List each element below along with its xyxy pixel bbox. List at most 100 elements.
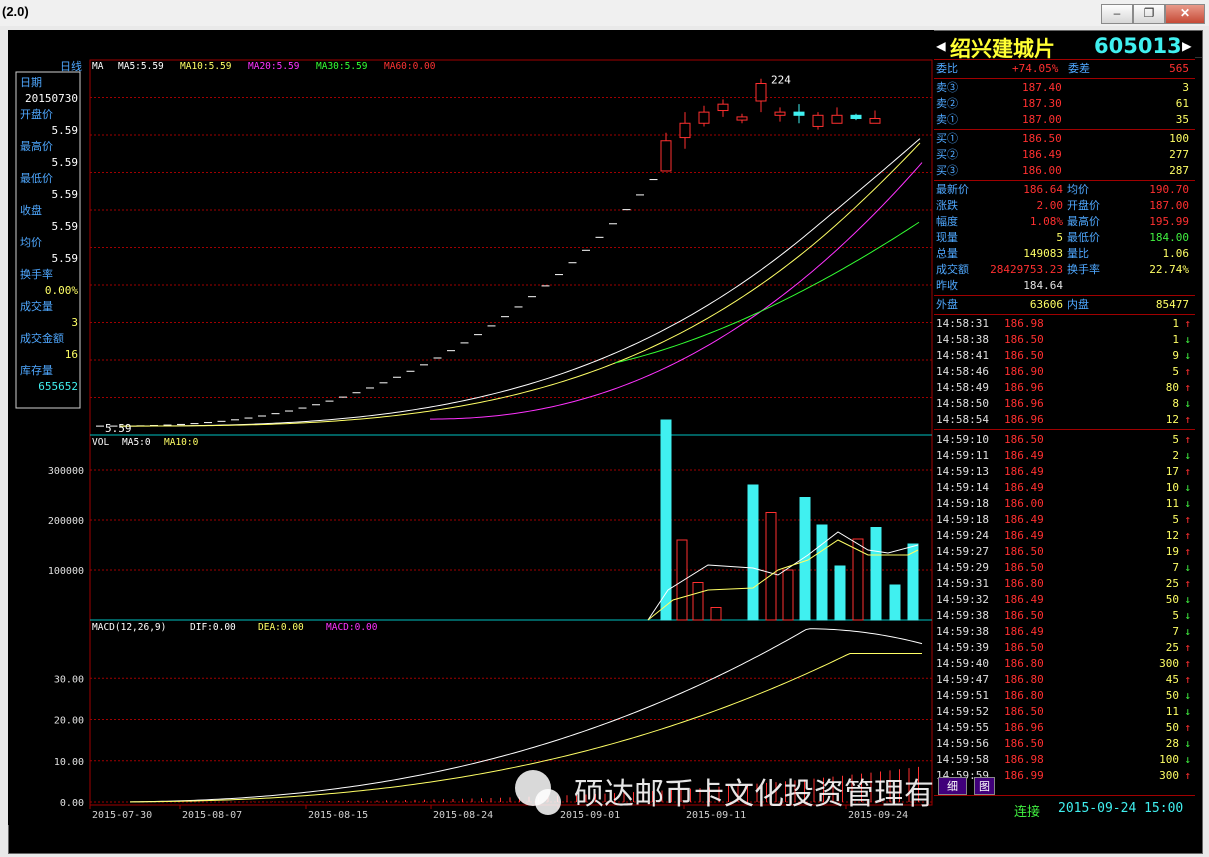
minimize-button[interactable]: –: [1101, 4, 1133, 24]
window-titlebar: (2.0) – ❐ ✕: [0, 0, 1209, 27]
close-button[interactable]: ✕: [1165, 4, 1205, 24]
tick-vol: 12: [1165, 529, 1179, 542]
connection-status[interactable]: 连接: [1014, 801, 1040, 820]
candle-body: [869, 117, 881, 124]
ma-label: MA10:5.59: [180, 61, 232, 72]
info-label: 库存量: [20, 363, 53, 377]
value: 184.64: [1023, 279, 1063, 292]
tick-vol: 1: [1172, 317, 1179, 330]
vol: 3: [1182, 81, 1189, 94]
tick-price: 186.50: [1004, 641, 1044, 654]
tick-row: 14:59:32 186.49 50 ↓: [936, 592, 1191, 608]
prev-stock-arrow[interactable]: ◀: [936, 36, 946, 55]
tick-vol: 11: [1165, 497, 1179, 510]
tick-row: 14:59:52 186.50 11 ↓: [936, 704, 1191, 720]
label: 买②: [936, 148, 958, 161]
price: 187.30: [1022, 97, 1062, 110]
tick-price: 186.49: [1004, 465, 1044, 478]
vol: 277: [1169, 148, 1189, 161]
info-label: 成交金额: [20, 331, 64, 345]
tick-time: 14:59:58: [936, 753, 989, 766]
macd-label: DIF:0.00: [190, 622, 236, 633]
price: 187.00: [1022, 113, 1062, 126]
volume-bar: [747, 484, 759, 621]
sell-row: 卖② 187.30 61: [936, 96, 1191, 112]
tick-price: 186.50: [1004, 561, 1044, 574]
tick-time: 14:59:38: [936, 625, 989, 638]
stat-row: 总量 149083 量比 1.06: [936, 246, 1191, 262]
tick-row: 14:58:41 186.50 9 ↓: [936, 348, 1191, 364]
maximize-button[interactable]: ❐: [1133, 4, 1165, 24]
kline-chart[interactable]: 300000 200000 100000 30.00 20.00 10.00 0.00 MA M…: [8, 30, 934, 825]
period-tag: 日线: [60, 59, 82, 73]
ma-label: MA5:5.59: [118, 61, 164, 72]
info-label: 开盘价: [20, 107, 53, 121]
tick-time: 14:59:29: [936, 561, 989, 574]
tab-chart[interactable]: 图: [974, 777, 995, 795]
value: 184.00: [1149, 231, 1189, 244]
volume-bar: [692, 582, 704, 621]
up-arrow-icon: ↑: [1184, 365, 1191, 378]
down-arrow-icon: ↓: [1184, 689, 1191, 702]
value: 187.00: [1149, 199, 1189, 212]
tick-price: 186.50: [1004, 705, 1044, 718]
vol: 100: [1169, 132, 1189, 145]
tick-price: 186.98: [1004, 317, 1044, 330]
info-value: 0.00%: [45, 284, 78, 297]
tick-price: 186.49: [1004, 449, 1044, 462]
candle-body: [774, 111, 786, 116]
separator: [934, 429, 1195, 430]
info-value: 5.59: [52, 252, 79, 265]
vol-label: MA10:0: [164, 437, 199, 448]
tick-time: 14:59:52: [936, 705, 989, 718]
macd-label: DEA:0.00: [258, 622, 304, 633]
tick-price: 186.96: [1004, 381, 1044, 394]
tick-time: 14:58:54: [936, 413, 989, 426]
tick-price: 186.49: [1004, 625, 1044, 638]
tick-time: 14:59:40: [936, 657, 989, 670]
high-price-label: 224: [771, 74, 791, 87]
down-arrow-icon: ↓: [1184, 593, 1191, 606]
up-arrow-icon: ↑: [1184, 413, 1191, 426]
down-arrow-icon: ↓: [1184, 609, 1191, 622]
up-arrow-icon: ↑: [1184, 529, 1191, 542]
status-datetime: 2015-09-24 15:00: [1058, 801, 1184, 816]
ma-label: MA60:0.00: [384, 61, 436, 72]
macd-label: MACD(12,26,9): [92, 622, 166, 633]
tick-time: 14:58:50: [936, 397, 989, 410]
vol: 61: [1175, 97, 1189, 110]
label: 委比: [936, 62, 958, 75]
up-arrow-icon: ↑: [1184, 317, 1191, 330]
separator: [934, 295, 1195, 296]
label: 幅度: [936, 215, 958, 228]
separator: [934, 78, 1195, 79]
tick-price: 186.50: [1004, 433, 1044, 446]
down-arrow-icon: ↓: [1184, 449, 1191, 462]
candle-body: [717, 103, 729, 112]
weibi-row: 委比 +74.05% 委差 565: [936, 61, 1191, 77]
macd-label: MACD:0.00: [326, 622, 378, 633]
date-label: 2015-08-07: [182, 810, 242, 821]
label: 最新价: [936, 183, 969, 196]
tick-row: 14:59:39 186.50 25 ↑: [936, 640, 1191, 656]
tick-time: 14:59:56: [936, 737, 989, 750]
tab-detail[interactable]: 细: [938, 777, 967, 795]
volume-tick-label: 100000: [48, 566, 84, 577]
label: 内盘: [1067, 298, 1089, 311]
tick-time: 14:58:31: [936, 317, 989, 330]
up-arrow-icon: ↑: [1184, 381, 1191, 394]
volume-bar: [816, 524, 828, 621]
stock-header: ◀ 绍兴建城片 605013 ▶: [934, 33, 1195, 61]
inout-row: 外盘 63606 内盘 85477: [936, 297, 1191, 313]
tick-vol: 50: [1165, 721, 1179, 734]
next-stock-arrow[interactable]: ▶: [1182, 36, 1192, 55]
tick-row: 14:59:24 186.49 12 ↑: [936, 528, 1191, 544]
tick-vol: 5: [1172, 365, 1179, 378]
value: +74.05%: [1012, 62, 1059, 75]
tick-time: 14:59:27: [936, 545, 989, 558]
label: 卖①: [936, 113, 958, 126]
tick-price: 186.50: [1004, 737, 1044, 750]
info-value: 5.59: [52, 188, 79, 201]
tick-price: 186.50: [1004, 609, 1044, 622]
separator: [934, 59, 1195, 60]
